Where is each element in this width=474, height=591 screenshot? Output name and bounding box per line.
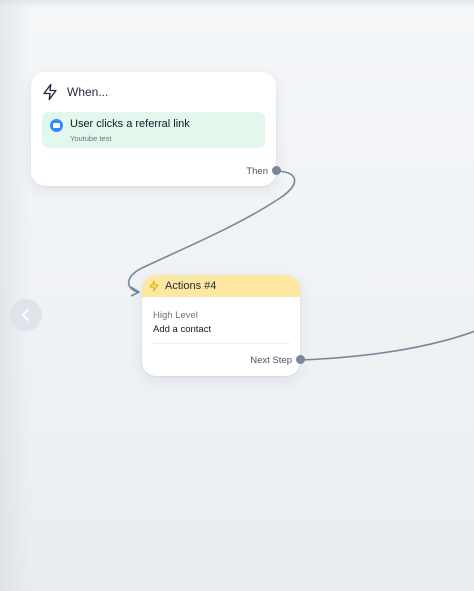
messenger-icon [50, 119, 63, 132]
trigger-event-label: User clicks a referral link [70, 118, 190, 130]
bolt-icon [43, 83, 57, 101]
trigger-event-card[interactable]: User clicks a referral link Youtube test [42, 112, 265, 148]
chevron-left-icon [22, 309, 29, 321]
then-output-label: Then [246, 166, 268, 177]
action-header: Actions #4 [142, 275, 300, 297]
pan-left-button[interactable] [10, 299, 42, 331]
next-step-output-port[interactable] [296, 355, 305, 364]
action-node[interactable]: Actions #4 High Level Add a contact Next… [142, 275, 300, 376]
action-app-name: High Level [153, 310, 198, 321]
trigger-node[interactable]: When... User clicks a referral link Yout… [31, 72, 276, 186]
trigger-header: When... [41, 82, 108, 102]
action-operation: Add a contact [153, 324, 212, 335]
bolt-icon [149, 280, 159, 292]
next-step-output-label: Next Step [250, 355, 292, 366]
then-output-port[interactable] [272, 166, 281, 175]
connector-then-to-action[interactable] [127, 170, 296, 293]
action-divider [152, 343, 290, 344]
trigger-title: When... [67, 85, 109, 99]
connector-next-step[interactable] [300, 330, 474, 361]
action-title: Actions #4 [165, 280, 217, 292]
trigger-event-source: Youtube test [70, 134, 112, 143]
workflow-canvas[interactable]: When... User clicks a referral link Yout… [0, 0, 474, 591]
